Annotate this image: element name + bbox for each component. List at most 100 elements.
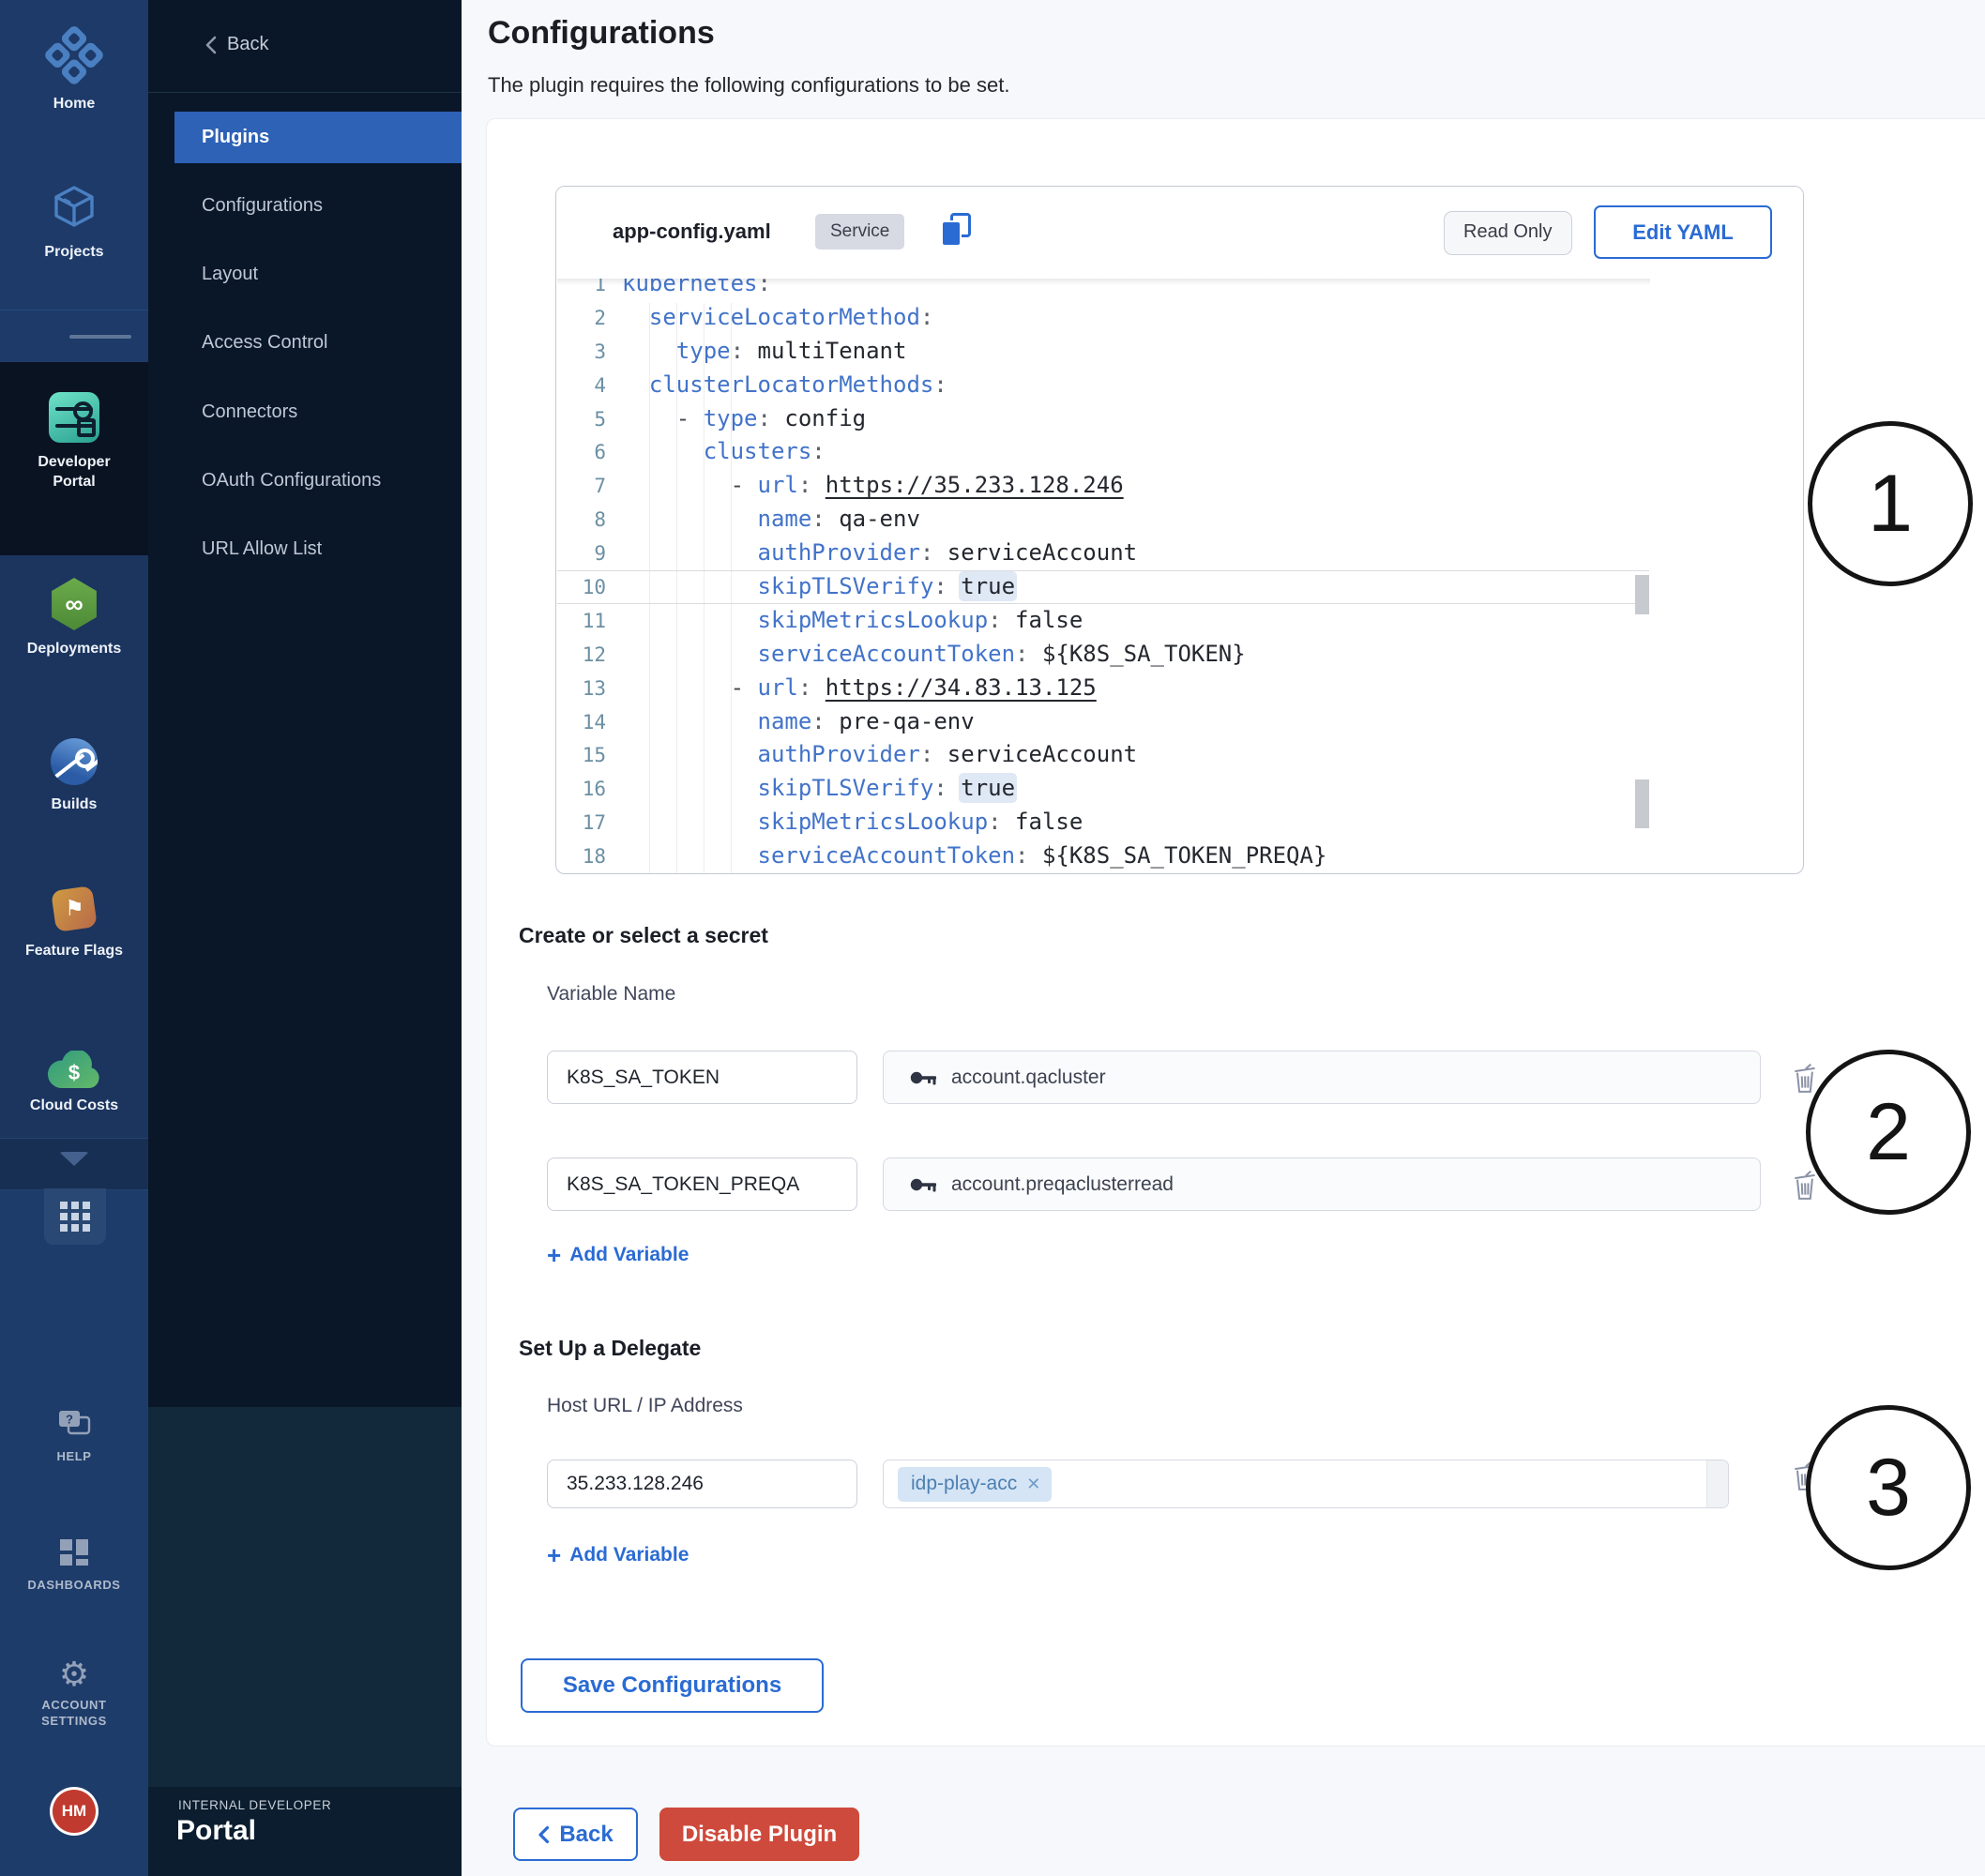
variable-name-input[interactable]: K8S_SA_TOKEN	[547, 1051, 857, 1104]
secret-reference-value: account.qacluster	[951, 1067, 1106, 1089]
sidebar-item-feature-flags[interactable]: ⚑ Feature Flags	[0, 888, 148, 961]
gear-icon: ⚙	[0, 1657, 148, 1692]
sidenav-item-url-allow-list[interactable]: URL Allow List	[202, 530, 462, 567]
help-icon: ?	[55, 1409, 93, 1439]
editor-top-shadow	[557, 279, 1650, 285]
variable-name-value: K8S_SA_TOKEN_PREQA	[567, 1173, 799, 1196]
sidebar-item-label: Builds	[0, 794, 148, 814]
delegate-tags-field[interactable]: idp-play-acc ✕	[883, 1460, 1729, 1508]
code-line: 4 clusterLocatorMethods:	[557, 369, 1649, 402]
sidebar-item-label: ACCOUNT SETTINGS	[0, 1697, 148, 1729]
sidenav-item-access-control[interactable]: Access Control	[202, 324, 462, 361]
variable-name-label: Variable Name	[547, 983, 675, 1006]
code-line: 11 skipMetricsLookup: false	[557, 604, 1649, 638]
page-subtitle: The plugin requires the following config…	[488, 73, 1009, 98]
service-badge: Service	[815, 214, 904, 250]
code-line: 5 - type: config	[557, 402, 1649, 436]
code-line: 8 name: qa-env	[557, 503, 1649, 537]
yaml-editor-card: app-config.yaml Service Read Only Edit Y…	[555, 186, 1804, 874]
module-grid-button[interactable]	[44, 1188, 106, 1245]
back-button-label: Back	[559, 1822, 613, 1848]
sidebar-item-label: Home	[0, 94, 148, 113]
code-line: 12 serviceAccountToken: ${K8S_SA_TOKEN}	[557, 638, 1649, 672]
delete-variable-icon[interactable]	[1792, 1169, 1820, 1201]
sidebar-item-developer-portal[interactable]: Developer Portal	[0, 392, 148, 492]
plus-icon: +	[547, 1246, 561, 1264]
sidebar-item-help[interactable]: ? HELP	[0, 1409, 148, 1464]
sidenav-item-configurations[interactable]: Configurations	[202, 187, 462, 224]
sidenav-item-connectors[interactable]: Connectors	[202, 393, 462, 431]
page-title: Configurations	[488, 15, 715, 52]
disable-plugin-button[interactable]: Disable Plugin	[659, 1808, 859, 1861]
sidebar-item-builds[interactable]: Builds	[0, 738, 148, 814]
add-variable-button[interactable]: + Add Variable	[547, 1244, 689, 1266]
host-url-input[interactable]: 35.233.128.246	[547, 1460, 857, 1508]
brand-title: Portal	[176, 1815, 256, 1847]
sidenav-item-layout[interactable]: Layout	[202, 255, 462, 293]
code-line: 6 clusters:	[557, 435, 1649, 469]
edit-yaml-button[interactable]: Edit YAML	[1594, 205, 1772, 259]
sidebar-collapse-handle[interactable]	[69, 335, 131, 339]
code-line: 7 - url: https://35.233.128.246	[557, 469, 1649, 503]
remove-tag-icon[interactable]: ✕	[1026, 1475, 1040, 1494]
chevron-left-icon	[538, 1825, 550, 1844]
developer-portal-icon	[49, 392, 99, 443]
sidebar-item-label: Developer Portal	[0, 452, 148, 492]
plus-icon: +	[547, 1546, 561, 1565]
save-configurations-button[interactable]: Save Configurations	[521, 1658, 824, 1713]
back-button[interactable]: Back	[513, 1808, 638, 1861]
feature-flags-icon: ⚑	[51, 885, 98, 932]
code-line: 3 type: multiTenant	[557, 335, 1649, 369]
key-icon	[910, 1070, 938, 1085]
scrollbar-thumb[interactable]	[1635, 575, 1649, 614]
secret-reference-value: account.preqaclusterread	[951, 1173, 1174, 1196]
sidebar-item-label: Projects	[0, 242, 148, 262]
add-variable-label: Add Variable	[569, 1244, 689, 1266]
delete-variable-icon[interactable]	[1792, 1062, 1820, 1094]
sidebar-item-label: Cloud Costs	[0, 1096, 148, 1115]
secret-select-field[interactable]: account.qacluster	[883, 1051, 1761, 1104]
copy-icon[interactable]	[939, 213, 973, 249]
key-icon	[910, 1177, 938, 1192]
sidenav-item-oauth-configurations[interactable]: OAuth Configurations	[202, 461, 462, 499]
sidebar-item-label: Deployments	[0, 639, 148, 658]
annotation-step-1: 1	[1808, 421, 1973, 586]
sidebar-item-projects[interactable]: Projects	[0, 184, 148, 262]
cloud-costs-icon: $	[47, 1051, 101, 1090]
svg-text:$: $	[68, 1061, 80, 1084]
delegate-tag-chip[interactable]: idp-play-acc ✕	[898, 1467, 1052, 1502]
brand-eyebrow: INTERNAL DEVELOPER	[178, 1798, 331, 1812]
code-line: 2 serviceLocatorMethod:	[557, 301, 1649, 335]
secret-select-field[interactable]: account.preqaclusterread	[883, 1157, 1761, 1211]
host-url-label: Host URL / IP Address	[547, 1395, 743, 1417]
sidebar-item-account-settings[interactable]: ⚙ ACCOUNT SETTINGS	[0, 1657, 148, 1729]
scrollbar-thumb[interactable]	[1635, 779, 1649, 828]
add-variable-label: Add Variable	[569, 1544, 689, 1566]
sidebar-item-dashboards[interactable]: DASHBOARDS	[0, 1538, 148, 1593]
chevron-left-icon	[205, 36, 218, 54]
variable-name-input[interactable]: K8S_SA_TOKEN_PREQA	[547, 1157, 857, 1211]
apps-grid-icon	[60, 1202, 90, 1232]
yaml-filename: app-config.yaml	[613, 219, 771, 244]
module-list-expander[interactable]	[0, 1152, 148, 1166]
annotation-step-2: 2	[1806, 1050, 1971, 1215]
back-nav-link[interactable]: Back	[205, 34, 268, 55]
code-line: 9 authProvider: serviceAccount	[557, 537, 1649, 570]
deployments-icon: ∞	[50, 578, 98, 630]
secrets-heading: Create or select a secret	[519, 923, 768, 948]
dashboards-icon	[59, 1538, 89, 1566]
code-line: 10 skipTLSVerify: true	[557, 570, 1649, 604]
code-line: 15 authProvider: serviceAccount	[557, 738, 1649, 772]
sidebar-item-cloud-costs[interactable]: $ Cloud Costs	[0, 1051, 148, 1115]
tagfield-scroll-gutter	[1706, 1460, 1728, 1507]
sidenav-item-plugins[interactable]: Plugins	[174, 112, 462, 163]
code-editor[interactable]: 1kubernetes:2 serviceLocatorMethod:3 typ…	[557, 279, 1650, 874]
sidebar-item-home[interactable]: Home	[0, 34, 148, 113]
avatar-initials: HM	[62, 1802, 86, 1821]
add-variable-button[interactable]: + Add Variable	[547, 1544, 689, 1566]
app-window: Home Projects Developer Portal ∞ Deploym…	[0, 0, 1985, 1876]
code-line: 17 skipMetricsLookup: false	[557, 806, 1649, 840]
sidebar-item-deployments[interactable]: ∞ Deployments	[0, 578, 148, 658]
avatar[interactable]: HM	[53, 1790, 96, 1833]
plugin-sidebar: INTERNAL DEVELOPER Portal Back Plugins C…	[148, 0, 462, 1876]
